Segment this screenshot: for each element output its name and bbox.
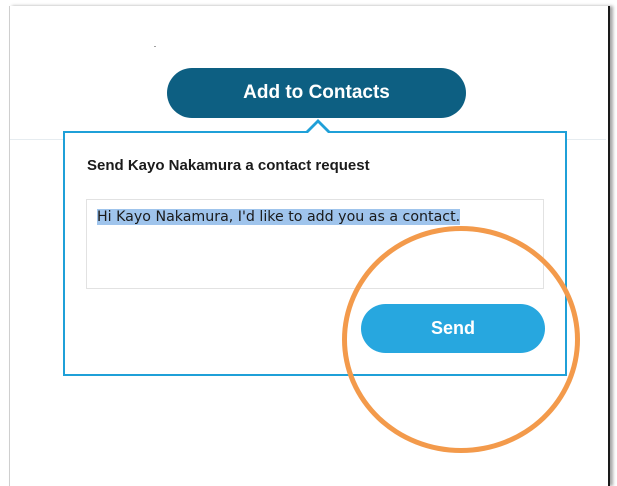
send-button[interactable]: Send (361, 304, 545, 353)
decorative-dot (154, 46, 156, 47)
contact-request-message-input[interactable]: Hi Kayo Nakamura, I'd like to add you as… (86, 199, 544, 289)
selected-message-text: Hi Kayo Nakamura, I'd like to add you as… (97, 209, 461, 225)
popup-pointer-arrow-fill (308, 123, 328, 133)
add-to-contacts-button[interactable]: Add to Contacts (167, 68, 466, 118)
contact-request-title: Send Kayo Nakamura a contact request (87, 157, 370, 174)
